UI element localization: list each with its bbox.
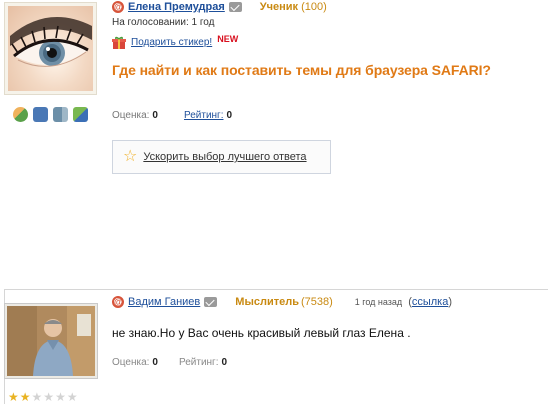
profile-icons — [13, 107, 88, 122]
answer-rank-points: (7538) — [300, 296, 333, 308]
answer-author-rank: Мыслитель — [235, 296, 299, 308]
mail-icon[interactable] — [204, 297, 218, 307]
answer-scores: Оценка: 0 Рейтинг: 0 — [112, 357, 227, 368]
star-empty-icon: ★ — [31, 390, 43, 404]
at-icon: @ — [112, 1, 124, 13]
eye-photo — [10, 17, 92, 67]
voting-status: На голосовании: 1 год — [112, 17, 215, 28]
question-author-avatar[interactable] — [8, 6, 93, 91]
score-value: 0 — [152, 110, 158, 121]
answer-author-name[interactable]: Вадим Ганиев — [128, 296, 200, 308]
rating-value: 0 — [221, 357, 228, 368]
answer-author-avatar-frame[interactable] — [4, 303, 98, 379]
answer-author-avatar[interactable] — [7, 306, 95, 376]
answer-permalink[interactable]: ссылка — [412, 296, 449, 308]
answer-text: не знаю.Но у Вас очень красивый левый гл… — [112, 326, 411, 340]
star-filled-icon: ★ — [19, 390, 31, 404]
star-filled-icon: ★ — [8, 390, 19, 404]
answer-time: 1 год назад — [354, 297, 403, 307]
man-photo — [7, 306, 95, 376]
question-meta: @ Елена Премудрая Ученик (100) На голосо… — [112, 0, 542, 49]
question-author-avatar-frame[interactable] — [4, 2, 97, 95]
gift-sticker-link[interactable]: Подарить стикер! — [131, 37, 212, 48]
edit-icon[interactable] — [73, 107, 88, 122]
question-author-rank: Ученик (100) — [260, 1, 327, 13]
question-scores: Оценка: 0 Рейтинг: 0 — [112, 110, 232, 121]
question-title: Где найти и как поставить темы для брауз… — [112, 62, 491, 78]
mail-icon[interactable] — [228, 2, 242, 12]
camera-icon[interactable] — [33, 107, 48, 122]
star-icon: ☆ — [123, 148, 138, 165]
rating-link[interactable]: Рейтинг: — [184, 110, 224, 121]
new-badge: NEW — [217, 33, 239, 44]
link-close-paren: ) — [448, 296, 453, 308]
at-icon: @ — [112, 296, 124, 308]
star-empty-icon: ★ — [55, 390, 66, 404]
score-label: Оценка: — [112, 357, 150, 368]
score-value: 0 — [152, 357, 158, 368]
rank-label: Ученик — [259, 1, 299, 13]
speed-up-best-answer-button[interactable]: ☆ Ускорить выбор лучшего ответа — [112, 140, 331, 174]
answer-author-stars: ★ ★ ★ ★ ★ ★ — [8, 391, 78, 403]
friends-icon[interactable] — [13, 107, 28, 122]
star-empty-icon: ★ — [43, 390, 55, 404]
gift-icon — [112, 36, 126, 49]
rating-value: 0 — [226, 110, 233, 121]
answer-meta: @ Вадим Ганиев Мыслитель (7538) 1 год на… — [112, 296, 452, 308]
question-author-name[interactable]: Елена Премудрая — [128, 1, 225, 13]
speed-up-label[interactable]: Ускорить выбор лучшего ответа — [143, 151, 306, 163]
score-label: Оценка: — [112, 110, 150, 121]
video-icon[interactable] — [53, 107, 68, 122]
rating-label: Рейтинг: — [178, 357, 219, 368]
rank-points: (100) — [301, 1, 327, 13]
star-empty-icon: ★ — [66, 390, 78, 404]
